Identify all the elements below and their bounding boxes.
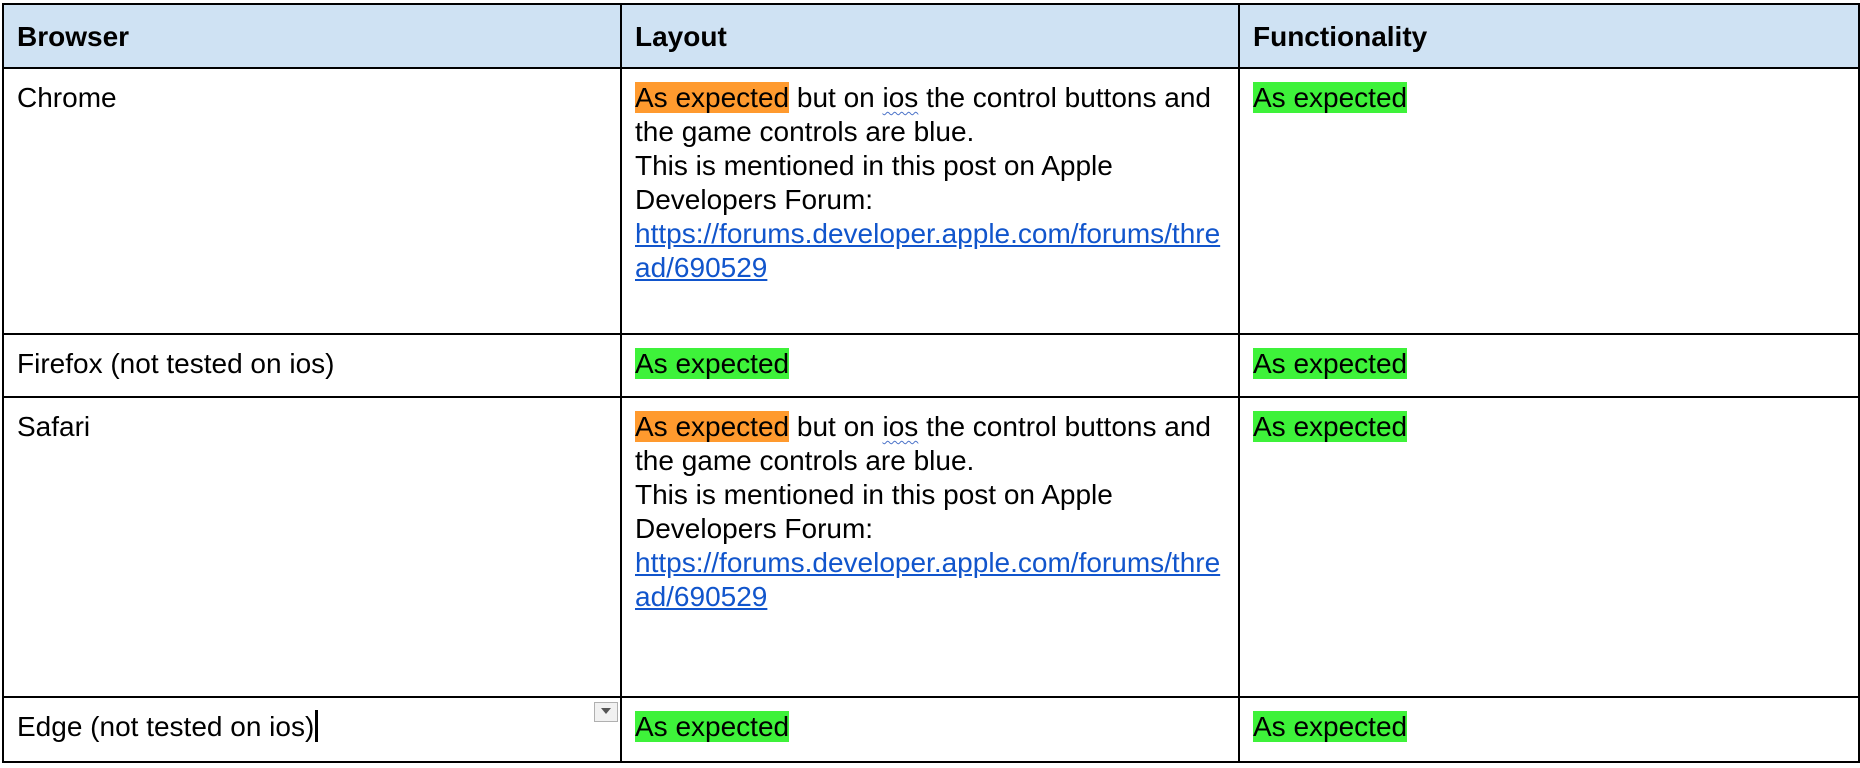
- cell-dropdown-button[interactable]: [594, 702, 618, 722]
- layout-status-highlight: As expected: [635, 82, 790, 113]
- browser-cell-text: Edge (not tested on ios): [17, 711, 315, 742]
- spellcheck-word[interactable]: ios: [883, 411, 919, 442]
- layout-cell[interactable]: As expected but on ios the control butto…: [620, 67, 1240, 335]
- layout-note-reference: This is mentioned in this post on Apple …: [635, 150, 1113, 215]
- layout-status-highlight: As expected: [635, 411, 790, 442]
- functionality-status-highlight: As expected: [1253, 82, 1408, 113]
- header-row: Browser Layout Functionality: [2, 3, 1860, 69]
- dropdown-arrow-icon: [601, 708, 611, 714]
- results-table: Browser Layout Functionality Chrome As e…: [2, 3, 1860, 763]
- functionality-cell[interactable]: As expected: [1238, 67, 1860, 335]
- header-browser[interactable]: Browser: [2, 3, 622, 69]
- functionality-status-highlight: As expected: [1253, 348, 1408, 379]
- browser-cell[interactable]: Safari: [2, 396, 622, 698]
- forum-link[interactable]: https://forums.developer.apple.com/forum…: [635, 218, 1220, 283]
- table-row: Edge (not tested on ios) As expected As …: [2, 696, 1860, 763]
- forum-link[interactable]: https://forums.developer.apple.com/forum…: [635, 547, 1220, 612]
- browser-cell[interactable]: Chrome: [2, 67, 622, 335]
- functionality-status-highlight: As expected: [1253, 411, 1408, 442]
- spellcheck-word[interactable]: ios: [883, 82, 919, 113]
- browser-cell-active[interactable]: Edge (not tested on ios): [2, 696, 622, 763]
- layout-cell[interactable]: As expected: [620, 333, 1240, 398]
- functionality-cell[interactable]: As expected: [1238, 396, 1860, 698]
- layout-cell[interactable]: As expected but on ios the control butto…: [620, 396, 1240, 698]
- header-functionality[interactable]: Functionality: [1238, 3, 1860, 69]
- functionality-cell[interactable]: As expected: [1238, 333, 1860, 398]
- table-row: Firefox (not tested on ios) As expected …: [2, 333, 1860, 398]
- functionality-cell[interactable]: As expected: [1238, 696, 1860, 763]
- layout-note-text: but on: [789, 411, 883, 442]
- table-row: Chrome As expected but on ios the contro…: [2, 67, 1860, 335]
- functionality-status-highlight: As expected: [1253, 711, 1408, 742]
- browser-cell[interactable]: Firefox (not tested on ios): [2, 333, 622, 398]
- table-row: Safari As expected but on ios the contro…: [2, 396, 1860, 698]
- layout-cell[interactable]: As expected: [620, 696, 1240, 763]
- layout-status-highlight: As expected: [635, 711, 790, 742]
- header-layout[interactable]: Layout: [620, 3, 1240, 69]
- layout-note-reference: This is mentioned in this post on Apple …: [635, 479, 1113, 544]
- layout-status-highlight: As expected: [635, 348, 790, 379]
- text-cursor: [315, 710, 319, 742]
- layout-note-text: but on: [789, 82, 883, 113]
